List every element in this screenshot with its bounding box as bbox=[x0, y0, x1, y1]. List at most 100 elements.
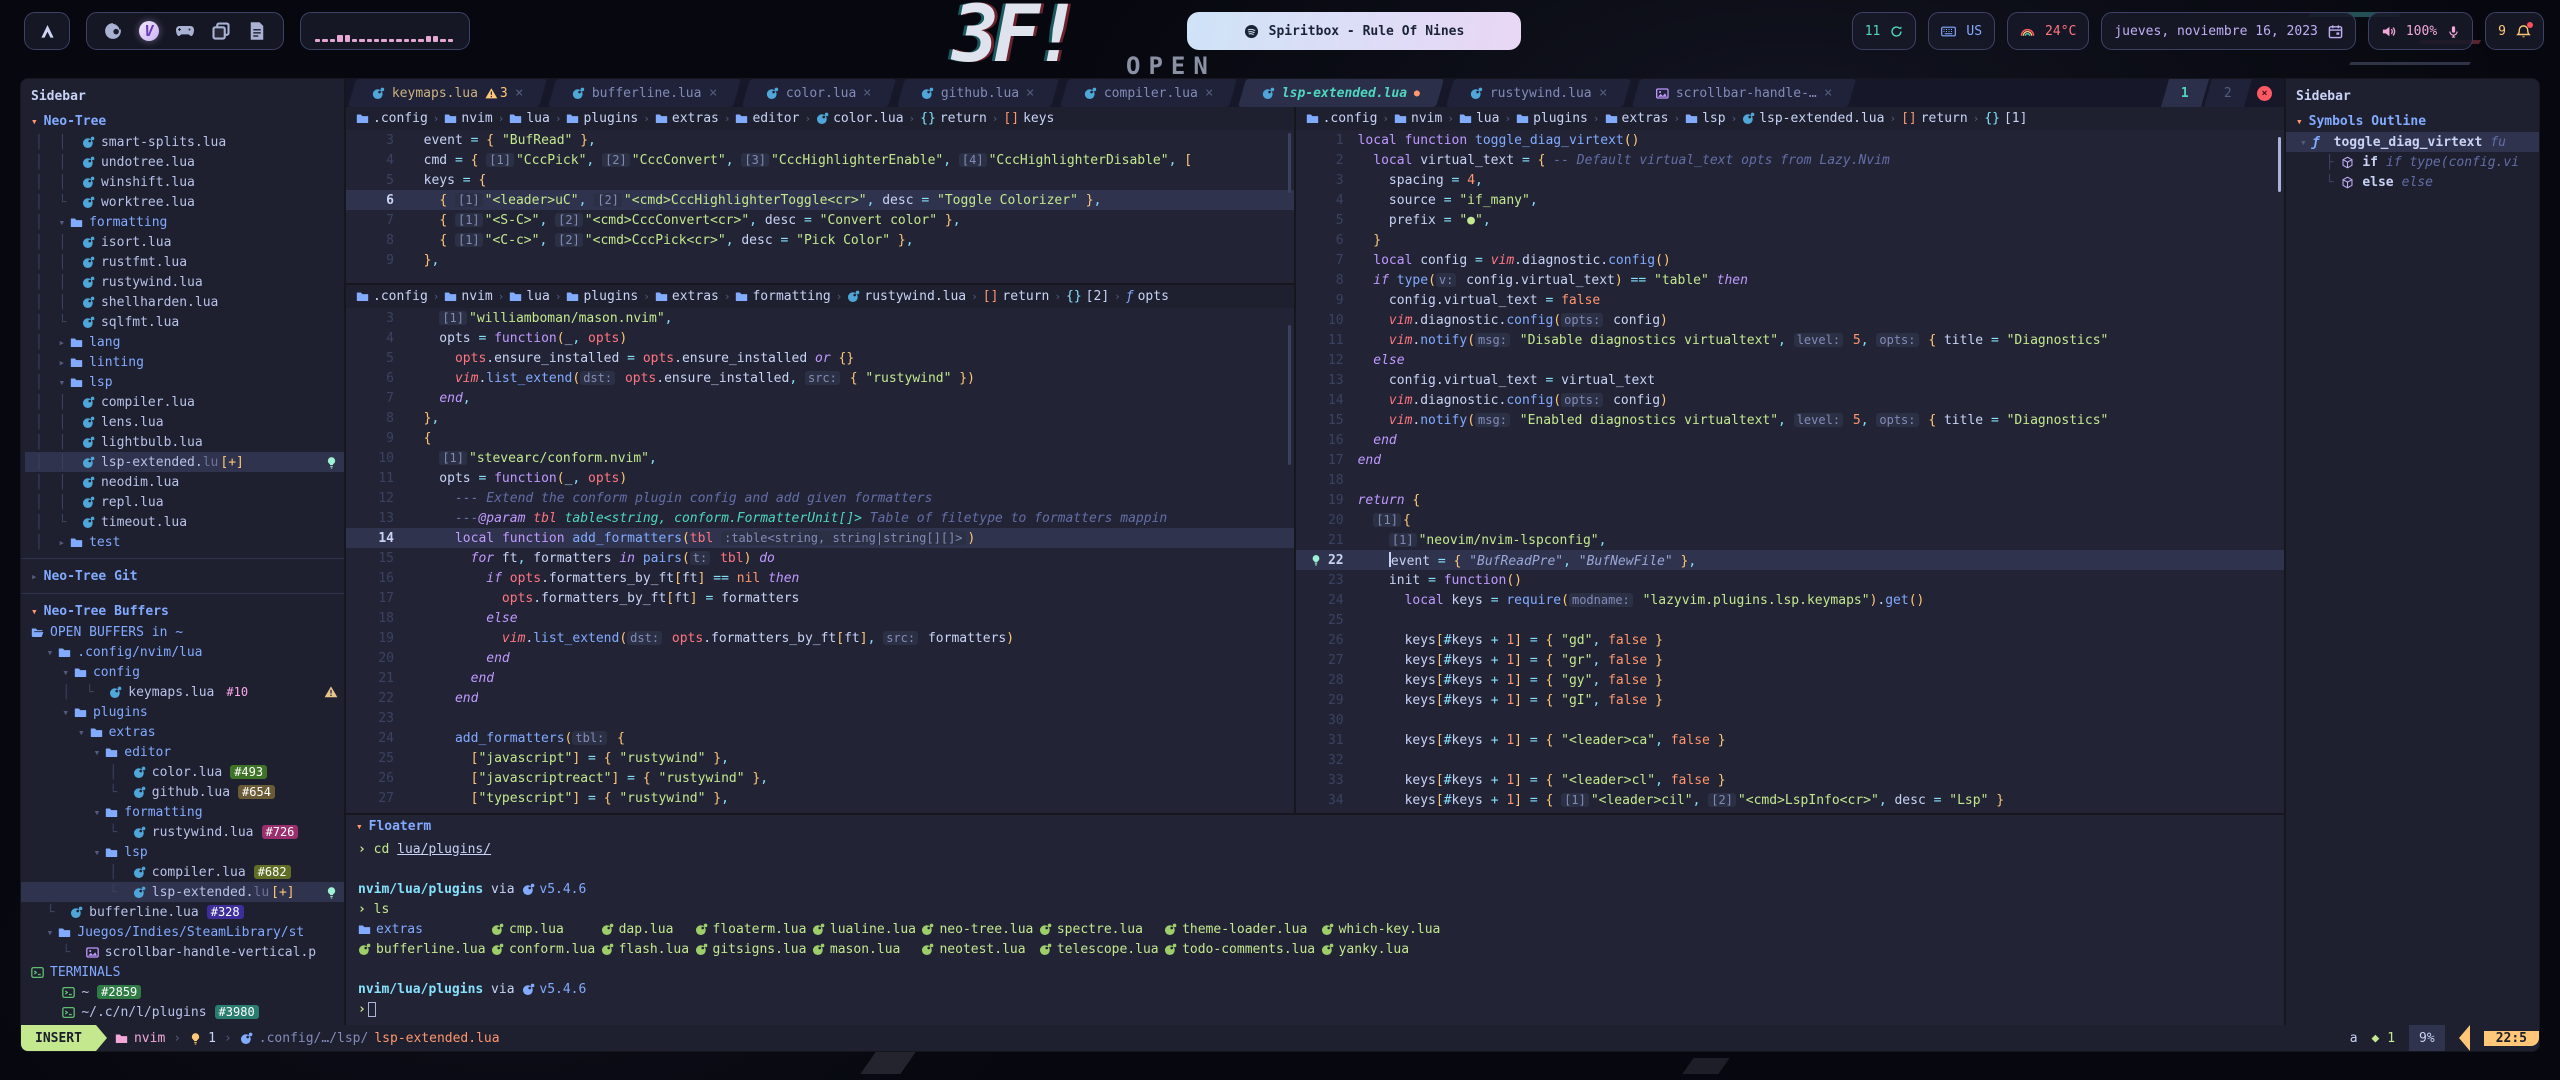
code-line[interactable]: 20 [1]{ bbox=[1296, 510, 2284, 530]
breadcrumb-segment[interactable]: {}return bbox=[920, 111, 987, 126]
weather-widget[interactable]: 24°C bbox=[2007, 12, 2089, 50]
code-line[interactable]: 17 opts.formatters_by_ft[ft] = formatter… bbox=[346, 588, 1294, 608]
launcher-button[interactable] bbox=[24, 12, 70, 50]
code-line[interactable]: 9 { bbox=[346, 428, 1294, 448]
code-line[interactable]: 4 opts = function(_, opts) bbox=[346, 328, 1294, 348]
code-line[interactable]: 22 event = { "BufReadPre", "BufNewFile" … bbox=[1296, 550, 2284, 570]
neotree-item-formatting[interactable]: │ ▾formatting bbox=[35, 212, 344, 232]
breadcrumb-segment[interactable]: plugins bbox=[566, 289, 638, 304]
terminal-listing-entry[interactable]: todo-comments.lua bbox=[1164, 942, 1321, 957]
neotree-item-sqlfmt.lua[interactable]: │ └ sqlfmt.lua bbox=[35, 312, 344, 332]
symbol-item-else[interactable]: └ elseelse bbox=[2296, 172, 2539, 192]
tab-keymaps.lua[interactable]: keymaps.lua3× bbox=[348, 79, 547, 107]
code-line[interactable]: 20 end bbox=[346, 648, 1294, 668]
code-line[interactable]: 7 end, bbox=[346, 388, 1294, 408]
breadcrumb-segment[interactable]: extras bbox=[1605, 111, 1669, 126]
tab-bufferline.lua[interactable]: bufferline.lua× bbox=[548, 79, 741, 107]
code-line[interactable]: 14 local function add_formatters(tbl :ta… bbox=[346, 528, 1294, 548]
code-line[interactable]: 16 if opts.formatters_by_ft[ft] == nil t… bbox=[346, 568, 1294, 588]
code-line[interactable]: 34 keys[#keys + 1] = { [1]"<leader>cil",… bbox=[1296, 790, 2284, 810]
buffers-item-plugins[interactable]: ▾plugins bbox=[31, 702, 344, 722]
breadcrumb-segment[interactable]: lsp bbox=[1685, 111, 1725, 126]
code-line[interactable]: 16 end bbox=[1296, 430, 2284, 450]
code-line[interactable]: 5 prefix = "●", bbox=[1296, 210, 2284, 230]
terminal-listing-entry[interactable]: mason.lua bbox=[812, 942, 922, 957]
code-line[interactable]: 7 local config = vim.diagnostic.config() bbox=[1296, 250, 2284, 270]
buffers-item-~-.c-n-l-plugins[interactable]: ~/.c/n/l/plugins#3980 bbox=[31, 1002, 344, 1022]
breadcrumb-segment[interactable]: lsp-extended.lua bbox=[1742, 111, 1884, 126]
neotree-item-test[interactable]: │ ▸test bbox=[35, 532, 344, 552]
neotree-buffers-section-header[interactable]: ▾ Neo-Tree Buffers bbox=[21, 600, 344, 622]
breadcrumb-segment[interactable]: []keys bbox=[1003, 111, 1054, 126]
buffers-item-juegos-indies-steamlibrary-st[interactable]: ▾Juegos/Indies/SteamLibrary/st bbox=[31, 922, 344, 942]
date-widget[interactable]: jueves, noviembre 16, 2023 bbox=[2101, 12, 2356, 50]
code-line[interactable]: 25 bbox=[1296, 610, 2284, 630]
code-line[interactable]: 26 ["javascriptreact"] = { "rustywind" }… bbox=[346, 768, 1294, 788]
music-widget[interactable]: Spiritbox - Rule Of Nines bbox=[1187, 12, 1521, 50]
symbols-outline-header[interactable]: ▾ Symbols Outline bbox=[2286, 110, 2539, 132]
code-line[interactable]: 8 { [1]"<C-c>", [2]"<cmd>CccPick<cr>", d… bbox=[346, 230, 1294, 250]
chevron-down-icon[interactable]: ▾ bbox=[94, 846, 101, 859]
terminal-listing-entry[interactable]: bufferline.lua bbox=[358, 942, 491, 957]
neotree-item-smart-splits.lua[interactable]: │ │ smart-splits.lua bbox=[35, 132, 344, 152]
chevron-down-icon[interactable]: ▾ bbox=[78, 726, 85, 739]
neotree-item-lsp-extended.[interactable]: │ │ lsp-extended.lu[+] bbox=[25, 452, 344, 472]
breadcrumb-segment[interactable]: formatting bbox=[735, 289, 830, 304]
volume-widget[interactable]: 100% bbox=[2368, 12, 2473, 50]
code-line[interactable]: 5 opts.ensure_installed = opts.ensure_in… bbox=[346, 348, 1294, 368]
code-line[interactable]: 11 vim.notify(msg: "Disable diagnostics … bbox=[1296, 330, 2284, 350]
breadcrumb-segment[interactable]: []return bbox=[983, 289, 1050, 304]
breadcrumb-segment[interactable]: plugins bbox=[1516, 111, 1588, 126]
terminal-listing-entry[interactable]: lualine.lua bbox=[812, 922, 922, 937]
buffers-item-open-buffers-in-~[interactable]: OPEN BUFFERS in ~ bbox=[31, 622, 344, 642]
symbol-item-if[interactable]: ├ ifif type(config.vi bbox=[2296, 152, 2539, 172]
code-line[interactable]: 11 opts = function(_, opts) bbox=[346, 468, 1294, 488]
breadcrumb-segment[interactable]: editor bbox=[735, 111, 799, 126]
breadcrumb-segment[interactable]: lua bbox=[509, 111, 549, 126]
workspace-neovim-active[interactable]: V bbox=[139, 21, 159, 41]
tab-close-icon[interactable]: × bbox=[1205, 85, 1213, 101]
terminal-listing-entry[interactable]: flash.lua bbox=[601, 942, 695, 957]
tab-close-icon[interactable]: × bbox=[864, 85, 872, 101]
chevron-down-icon[interactable]: ▾ bbox=[47, 926, 54, 939]
tab-github.lua[interactable]: github.lua× bbox=[897, 79, 1059, 107]
neotree-item-repl.lua[interactable]: │ │ repl.lua bbox=[35, 492, 344, 512]
chevron-down-icon[interactable]: ▾ bbox=[58, 376, 65, 389]
terminal-listing-entry[interactable]: extras bbox=[358, 922, 491, 937]
code-line[interactable]: 10 vim.diagnostic.config(opts: config) bbox=[1296, 310, 2284, 330]
terminal-listing-entry[interactable]: which-key.lua bbox=[1321, 922, 1441, 937]
breadcrumb-segment[interactable]: nvim bbox=[444, 289, 492, 304]
breadcrumb-segment[interactable]: {}[2] bbox=[1066, 289, 1109, 304]
neotree-item-worktree.lua[interactable]: │ └ worktree.lua bbox=[35, 192, 344, 212]
breadcrumb-segment[interactable]: extras bbox=[655, 111, 719, 126]
terminal-listing-entry[interactable]: spectre.lua bbox=[1039, 922, 1164, 937]
code-line[interactable]: 6 } bbox=[1296, 230, 2284, 250]
code-line[interactable]: 6 vim.list_extend(dst: opts.ensure_insta… bbox=[346, 368, 1294, 388]
code-line[interactable]: 18 else bbox=[346, 608, 1294, 628]
code-line[interactable]: 2 local virtual_text = { -- Default virt… bbox=[1296, 150, 2284, 170]
code-line[interactable]: 21 end bbox=[346, 668, 1294, 688]
neotree-item-neodim.lua[interactable]: │ │ neodim.lua bbox=[35, 472, 344, 492]
chevron-down-icon[interactable]: ▾ bbox=[94, 746, 101, 759]
code-line[interactable]: 30 bbox=[1296, 710, 2284, 730]
code-line[interactable]: 19 vim.list_extend(dst: opts.formatters_… bbox=[346, 628, 1294, 648]
breadcrumb-segment[interactable]: nvim bbox=[1394, 111, 1442, 126]
buffers-item-extras[interactable]: ▾extras bbox=[31, 722, 344, 742]
notifications-widget[interactable]: 9 bbox=[2485, 12, 2544, 50]
terminal-listing-entry[interactable]: neotest.lua bbox=[921, 942, 1038, 957]
terminal-listing-entry[interactable]: telescope.lua bbox=[1039, 942, 1164, 957]
workspace-document[interactable] bbox=[247, 21, 267, 41]
buffers-item-~[interactable]: ~#2859 bbox=[31, 982, 344, 1002]
breadcrumb-segment[interactable]: ƒopts bbox=[1126, 289, 1169, 304]
buffers-item-config[interactable]: ▾config bbox=[31, 662, 344, 682]
buffers-item-lsp[interactable]: ▾lsp bbox=[31, 842, 344, 862]
code-line[interactable]: 8 }, bbox=[346, 408, 1294, 428]
buffers-item-editor[interactable]: ▾editor bbox=[31, 742, 344, 762]
buffers-item-.config-nvim-lua[interactable]: ▾.config/nvim/lua bbox=[31, 642, 344, 662]
scrollbar-thumb[interactable] bbox=[1288, 133, 1291, 193]
code-line[interactable]: 5 keys = { bbox=[346, 170, 1294, 190]
workspace-firefox[interactable] bbox=[103, 21, 123, 41]
chevron-right-icon[interactable]: ▸ bbox=[58, 356, 65, 369]
neotree-item-rustfmt.lua[interactable]: │ │ rustfmt.lua bbox=[35, 252, 344, 272]
terminal-listing-entry[interactable]: gitsigns.lua bbox=[695, 942, 812, 957]
